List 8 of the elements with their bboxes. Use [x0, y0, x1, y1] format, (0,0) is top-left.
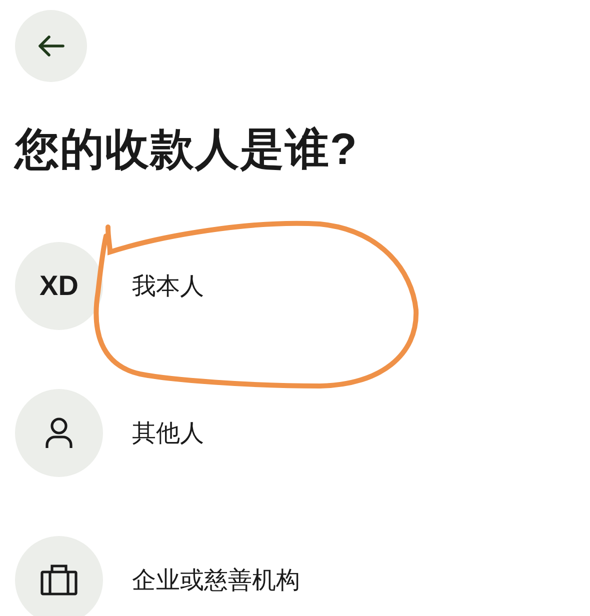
recipient-option[interactable]: XD 我本人: [15, 242, 575, 330]
page-title: 您的收款人是谁?: [15, 124, 359, 176]
back-arrow-icon: [37, 34, 65, 58]
recipient-option[interactable]: 企业或慈善机构: [15, 536, 575, 616]
briefcase-icon: [40, 564, 78, 596]
initials-avatar: XD: [15, 242, 103, 330]
person-icon: [44, 417, 74, 449]
recipient-option[interactable]: 其他人: [15, 389, 575, 477]
